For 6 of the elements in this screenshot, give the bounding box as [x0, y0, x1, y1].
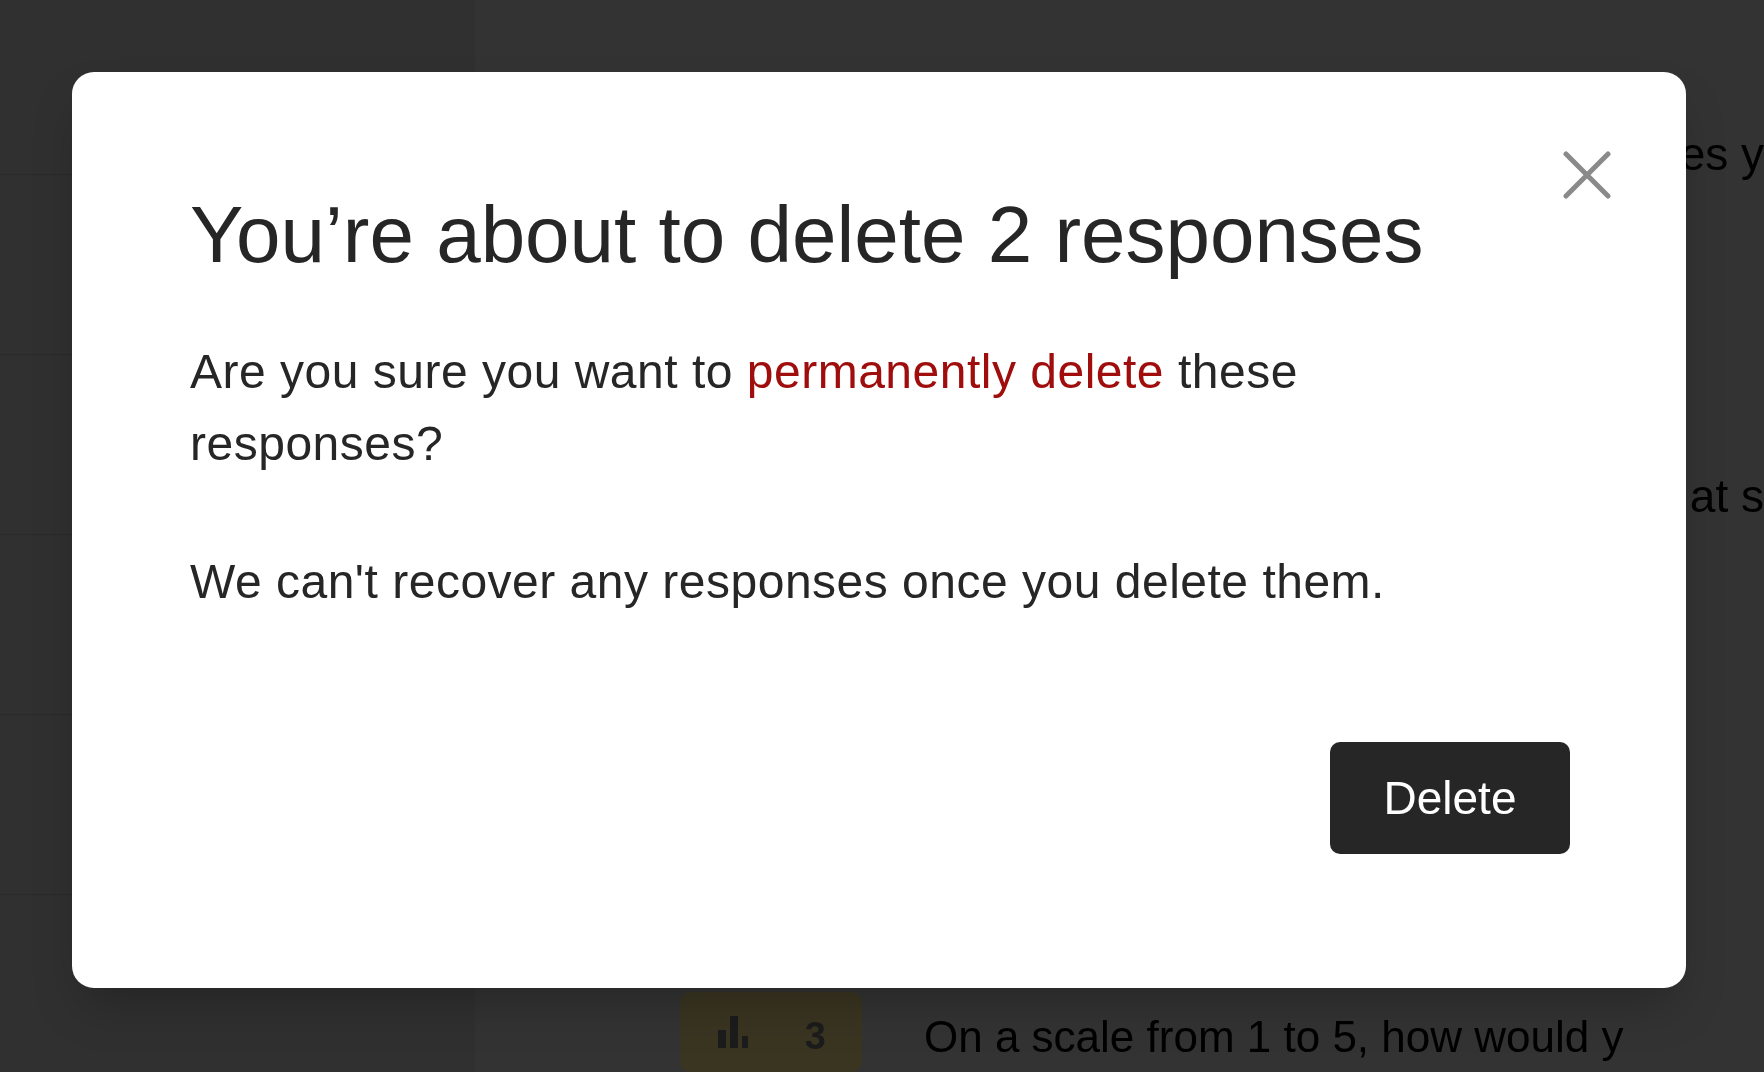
dialog-note: We can't recover any responses once you delete them.: [190, 554, 1386, 610]
close-icon: [1563, 151, 1611, 199]
delete-button[interactable]: Delete: [1330, 742, 1570, 854]
close-button[interactable]: [1560, 148, 1614, 202]
dialog-title: You’re about to delete 2 responses: [190, 190, 1425, 280]
dialog-message: Are you sure you want to permanently delete these responses?: [190, 344, 1299, 472]
